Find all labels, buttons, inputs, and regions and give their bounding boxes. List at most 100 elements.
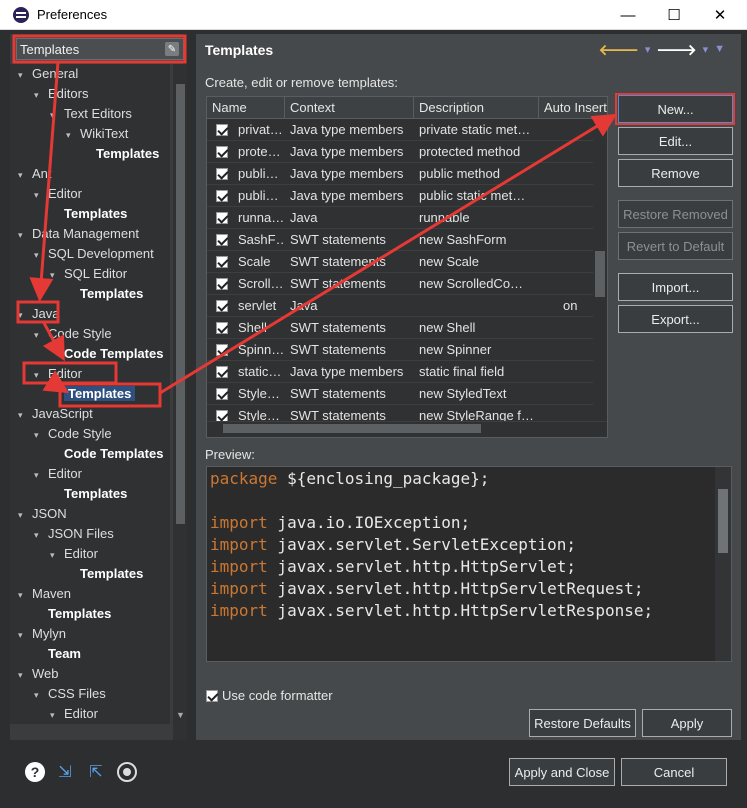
- row-enabled-checkbox[interactable]: [216, 300, 228, 312]
- table-row[interactable]: publi… Java type members public method: [207, 163, 595, 185]
- row-enabled-checkbox[interactable]: [216, 146, 228, 158]
- tree-item[interactable]: ▾ Editor: [34, 364, 82, 384]
- row-enabled-checkbox[interactable]: [216, 212, 228, 224]
- expand-toggle-icon[interactable]: ▾: [18, 165, 32, 185]
- table-row[interactable]: publi… Java type members public static met…: [207, 185, 595, 207]
- expand-toggle-icon[interactable]: ▾: [34, 685, 48, 705]
- table-row[interactable]: servlet Java on: [207, 295, 595, 317]
- row-enabled-checkbox[interactable]: [216, 344, 228, 356]
- column-header-context[interactable]: Context: [285, 97, 414, 119]
- table-row[interactable]: SashF… SWT statements new SashForm: [207, 229, 595, 251]
- table-row[interactable]: static… Java type members static final fie…: [207, 361, 595, 383]
- tree-item[interactable]: Templates: [66, 284, 143, 304]
- expand-toggle-icon[interactable]: ▾: [34, 525, 48, 545]
- column-header-name[interactable]: Name: [207, 97, 285, 119]
- expand-toggle-icon[interactable]: ▾: [34, 465, 48, 485]
- import-button[interactable]: Import...: [618, 273, 733, 301]
- tree-item[interactable]: ▾ General: [18, 64, 78, 84]
- clear-filter-icon[interactable]: ✎: [165, 42, 179, 56]
- row-enabled-checkbox[interactable]: [216, 256, 228, 268]
- row-enabled-checkbox[interactable]: [216, 168, 228, 180]
- tree-item[interactable]: ▾ Code Style: [34, 424, 112, 444]
- tree-scroll-thumb[interactable]: [176, 84, 185, 524]
- apply-button[interactable]: Apply: [642, 709, 732, 737]
- template-preview[interactable]: package ${enclosing_package}; import java…: [206, 466, 732, 662]
- row-enabled-checkbox[interactable]: [216, 278, 228, 290]
- table-horizontal-thumb[interactable]: [223, 424, 481, 433]
- table-scroll-thumb[interactable]: [595, 251, 605, 297]
- row-enabled-checkbox[interactable]: [216, 388, 228, 400]
- tree-item[interactable]: ▾ Data Management: [18, 224, 139, 244]
- minimize-button[interactable]: —: [605, 0, 651, 30]
- expand-toggle-icon[interactable]: ▾: [34, 245, 48, 265]
- table-row[interactable]: Scroll… SWT statements new ScrolledCo…: [207, 273, 595, 295]
- tree-scroll-down-icon[interactable]: ▼: [176, 710, 185, 720]
- tree-item[interactable]: Code Templates: [50, 344, 163, 364]
- back-arrow-icon[interactable]: 🡐: [599, 40, 639, 59]
- tree-item[interactable]: ▾ Editor: [34, 184, 82, 204]
- expand-toggle-icon[interactable]: ▾: [34, 325, 48, 345]
- tree-item[interactable]: ▾ Text Editors: [50, 104, 132, 124]
- preview-scroll-thumb[interactable]: [718, 489, 728, 553]
- column-header-auto-insert[interactable]: Auto Insert: [539, 97, 607, 119]
- import-icon[interactable]: ⇲: [55, 762, 75, 782]
- expand-toggle-icon[interactable]: ▾: [50, 265, 64, 285]
- tree-item[interactable]: ▾ Ant: [18, 164, 52, 184]
- tree-item[interactable]: ▾ Java: [18, 304, 59, 324]
- table-row[interactable]: privat… Java type members private static m…: [207, 119, 595, 141]
- back-menu-icon[interactable]: ▾: [645, 40, 651, 59]
- revert-to-default-button[interactable]: Revert to Default: [618, 232, 733, 260]
- export-button[interactable]: Export...: [618, 305, 733, 333]
- forward-menu-icon[interactable]: ▾: [703, 40, 709, 59]
- tree-item[interactable]: Templates: [66, 564, 143, 584]
- maximize-button[interactable]: ☐: [651, 0, 697, 30]
- row-enabled-checkbox[interactable]: [216, 322, 228, 334]
- row-enabled-checkbox[interactable]: [216, 124, 228, 136]
- tree-item[interactable]: ▾ Web: [18, 664, 59, 684]
- row-enabled-checkbox[interactable]: [216, 366, 228, 378]
- table-row[interactable]: Style… SWT statements new StyledText: [207, 383, 595, 405]
- tree-item[interactable]: Templates: [50, 484, 127, 504]
- close-button[interactable]: ✕: [697, 0, 743, 30]
- expand-toggle-icon[interactable]: ▾: [18, 505, 32, 525]
- help-icon[interactable]: ?: [25, 762, 45, 782]
- tree-item[interactable]: Team: [34, 644, 81, 664]
- filter-input[interactable]: Templates ✎: [16, 38, 184, 60]
- export-icon[interactable]: ⇱: [86, 762, 106, 782]
- expand-toggle-icon[interactable]: ▾: [34, 185, 48, 205]
- forward-arrow-icon[interactable]: 🡒: [656, 40, 696, 59]
- table-row[interactable]: Spinn… SWT statements new Spinner: [207, 339, 595, 361]
- use-code-formatter-checkbox[interactable]: Use code formatter: [206, 688, 333, 703]
- cancel-button[interactable]: Cancel: [621, 758, 727, 786]
- column-header-description[interactable]: Description: [414, 97, 539, 119]
- expand-toggle-icon[interactable]: ▾: [34, 425, 48, 445]
- checkbox-checked-icon[interactable]: [206, 689, 218, 702]
- tree-item[interactable]: ▾ Editor: [50, 544, 98, 564]
- tree-item[interactable]: ▾ JSON: [18, 504, 67, 524]
- remove-button[interactable]: Remove: [618, 159, 733, 187]
- tree-item[interactable]: ▾ Maven: [18, 584, 71, 604]
- expand-toggle-icon[interactable]: ▾: [18, 665, 32, 685]
- tree-item[interactable]: Templates: [50, 384, 136, 404]
- tree-item[interactable]: ▾ WikiText: [66, 124, 128, 144]
- expand-toggle-icon[interactable]: ▾: [66, 125, 80, 145]
- tree-item[interactable]: ▾ Editors: [34, 84, 88, 104]
- row-enabled-checkbox[interactable]: [216, 234, 228, 246]
- tree-item[interactable]: ▾ SQL Development: [34, 244, 154, 264]
- expand-toggle-icon[interactable]: ▾: [50, 705, 64, 724]
- tree-item[interactable]: ▾ Code Style: [34, 324, 112, 344]
- row-enabled-checkbox[interactable]: [216, 190, 228, 202]
- expand-toggle-icon[interactable]: ▾: [50, 545, 64, 565]
- view-menu-icon[interactable]: ▼: [714, 40, 725, 59]
- tree-item[interactable]: ▾ Editor: [50, 704, 98, 724]
- tree-item[interactable]: Code Templates: [50, 444, 163, 464]
- expand-toggle-icon[interactable]: ▾: [18, 225, 32, 245]
- tree-item[interactable]: ▾ Editor: [34, 464, 82, 484]
- tree-item[interactable]: Templates: [34, 604, 111, 624]
- expand-toggle-icon[interactable]: ▾: [18, 625, 32, 645]
- tree-item[interactable]: ▾ CSS Files: [34, 684, 106, 704]
- table-row[interactable]: prote… Java type members protected method: [207, 141, 595, 163]
- table-row[interactable]: runna… Java runnable: [207, 207, 595, 229]
- expand-toggle-icon[interactable]: ▾: [18, 305, 32, 325]
- tree-item[interactable]: Templates: [82, 144, 159, 164]
